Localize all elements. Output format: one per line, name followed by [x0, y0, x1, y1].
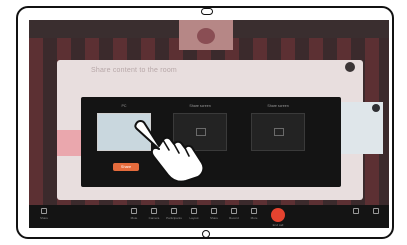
- toolbar-camera[interactable]: Camera: [145, 208, 163, 220]
- share-screen-icon: [211, 208, 217, 214]
- share-panel-title: Share content to the room: [91, 67, 177, 74]
- toolbar-share[interactable]: Share: [205, 208, 223, 220]
- participant-video: [179, 20, 233, 50]
- toolbar-more[interactable]: More: [245, 208, 263, 220]
- close-button[interactable]: [345, 62, 355, 72]
- microphone-icon: [131, 208, 137, 214]
- end-call-label: End call: [272, 223, 284, 227]
- end-call-button[interactable]: [271, 208, 285, 222]
- source-label-pc: PC: [121, 104, 127, 108]
- toolbar-left-button[interactable]: Share: [35, 208, 53, 220]
- monitor-icon: [274, 128, 284, 136]
- toolbar-right-button-2[interactable]: [367, 208, 385, 216]
- share-icon: [41, 208, 47, 214]
- more-icon: [251, 208, 257, 214]
- avatar: [197, 28, 215, 44]
- bottom-toolbar: Share Mute Camera Participants Layout Sh…: [29, 205, 389, 228]
- side-thumbnail: [57, 130, 83, 156]
- toolbar-layout[interactable]: Layout: [185, 208, 203, 220]
- toolbar-record[interactable]: Record: [225, 208, 243, 220]
- toolbar-participants[interactable]: Participants: [165, 208, 183, 220]
- source-label-3: Share screen: [267, 104, 289, 108]
- camera-icon: [201, 8, 213, 15]
- toolbar-right-button-1[interactable]: [347, 208, 365, 216]
- people-icon: [171, 208, 177, 214]
- settings-icon: [353, 208, 359, 214]
- home-button[interactable]: [202, 230, 210, 238]
- camera-icon: [151, 208, 157, 214]
- source-label-2: Share screen: [189, 104, 211, 108]
- source-tile-3[interactable]: [251, 113, 305, 151]
- menu-icon: [373, 208, 379, 214]
- tap-hand-icon: [134, 120, 205, 182]
- layout-icon: [191, 208, 197, 214]
- toolbar-mute[interactable]: Mute: [125, 208, 143, 220]
- record-icon: [231, 208, 237, 214]
- thumbnail-action-icon[interactable]: [372, 104, 380, 112]
